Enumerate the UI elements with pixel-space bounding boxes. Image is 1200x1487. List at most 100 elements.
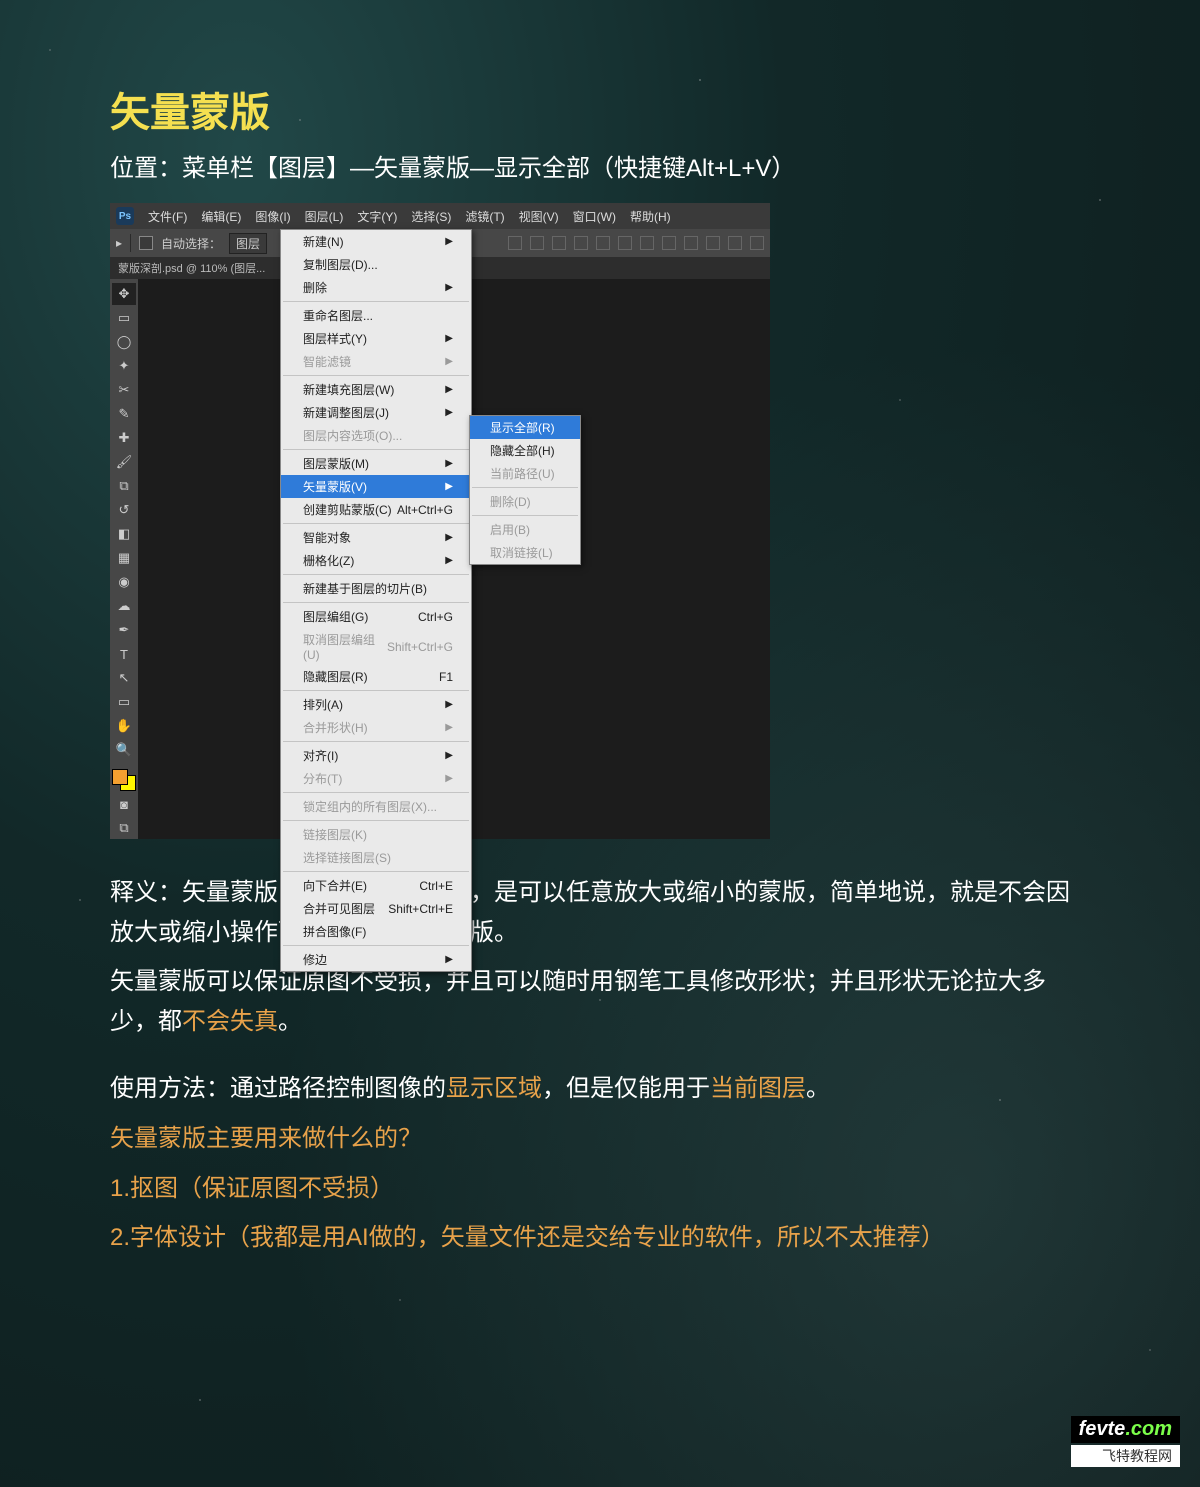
menu-item[interactable]: 拼合图像(F) bbox=[281, 920, 471, 943]
path-tool-icon[interactable]: ↖ bbox=[112, 667, 136, 689]
menu-item[interactable]: 对齐(I)▶ bbox=[281, 744, 471, 767]
menu-item[interactable]: 图层编组(G)Ctrl+G bbox=[281, 605, 471, 628]
brush-tool-icon[interactable]: 🖌 bbox=[112, 451, 136, 473]
highlight-current-layer: 当前图层 bbox=[710, 1075, 806, 1102]
menu-item[interactable]: 新建填充图层(W)▶ bbox=[281, 378, 471, 401]
auto-select-label: 自动选择： bbox=[161, 235, 221, 252]
menu-item[interactable]: 图层蒙版(M)▶ bbox=[281, 452, 471, 475]
menu-text[interactable]: 文字(Y) bbox=[357, 208, 397, 225]
distribute-icon[interactable] bbox=[640, 236, 654, 250]
marquee-tool-icon[interactable]: ▭ bbox=[112, 307, 136, 329]
menu-file[interactable]: 文件(F) bbox=[148, 208, 187, 225]
distribute-icon[interactable] bbox=[728, 236, 742, 250]
highlight-display-area: 显示区域 bbox=[446, 1075, 542, 1102]
dodge-tool-icon[interactable]: ☁ bbox=[112, 595, 136, 617]
menu-item[interactable]: 栅格化(Z)▶ bbox=[281, 549, 471, 572]
menu-help[interactable]: 帮助(H) bbox=[630, 208, 671, 225]
menu-item[interactable]: 复制图层(D)... bbox=[281, 253, 471, 276]
menu-edit[interactable]: 编辑(E) bbox=[201, 208, 241, 225]
layer-dropdown-menu: 新建(N)▶复制图层(D)...删除▶ 重命名图层...图层样式(Y)▶智能滤镜▶… bbox=[280, 229, 472, 972]
color-swatches[interactable] bbox=[112, 769, 136, 791]
submenu-item: 取消链接(L) bbox=[470, 541, 580, 564]
menu-item: 分布(T)▶ bbox=[281, 767, 471, 790]
eyedropper-tool-icon[interactable]: ✎ bbox=[112, 403, 136, 425]
menu-window[interactable]: 窗口(W) bbox=[573, 208, 616, 225]
menu-item[interactable]: 智能对象▶ bbox=[281, 526, 471, 549]
move-tool-icon[interactable]: ✥ bbox=[112, 283, 136, 305]
hand-tool-icon[interactable]: ✋ bbox=[112, 715, 136, 737]
submenu-item[interactable]: 显示全部(R) bbox=[470, 416, 580, 439]
feature-text: 矢量蒙版可以保证原图不受损，并且可以随时用钢笔工具修改形状；并且形状无论拉大多少… bbox=[110, 962, 1090, 1041]
menu-item[interactable]: 合并可见图层Shift+Ctrl+E bbox=[281, 897, 471, 920]
blur-tool-icon[interactable]: ◉ bbox=[112, 571, 136, 593]
answer-2: 2.字体设计（我都是用AI做的，矢量文件还是交给专业的软件，所以不太推荐） bbox=[110, 1218, 1090, 1258]
menu-item: 合并形状(H)▶ bbox=[281, 716, 471, 739]
wand-tool-icon[interactable]: ✦ bbox=[112, 355, 136, 377]
pen-tool-icon[interactable]: ✒ bbox=[112, 619, 136, 641]
menubar: Ps 文件(F) 编辑(E) 图像(I) 图层(L) 文字(Y) 选择(S) 滤… bbox=[110, 203, 770, 229]
location-text: 位置：菜单栏【图层】—矢量蒙版—显示全部（快捷键Alt+L+V） bbox=[110, 148, 1090, 183]
align-icon[interactable] bbox=[596, 236, 610, 250]
gradient-tool-icon[interactable]: ▦ bbox=[112, 547, 136, 569]
page-title: 矢量蒙版 bbox=[110, 80, 1090, 138]
submenu-item[interactable]: 隐藏全部(H) bbox=[470, 439, 580, 462]
menu-item: 锁定组内的所有图层(X)... bbox=[281, 795, 471, 818]
submenu-item: 当前路径(U) bbox=[470, 462, 580, 485]
usage-text: 使用方法：通过路径控制图像的显示区域，但是仅能用于当前图层。 bbox=[110, 1069, 1090, 1109]
align-icon[interactable] bbox=[618, 236, 632, 250]
menu-item: 取消图层编组(U)Shift+Ctrl+G bbox=[281, 628, 471, 665]
lasso-tool-icon[interactable]: ◯ bbox=[112, 331, 136, 353]
menu-item[interactable]: 向下合并(E)Ctrl+E bbox=[281, 874, 471, 897]
submenu-item: 启用(B) bbox=[470, 518, 580, 541]
menu-image[interactable]: 图像(I) bbox=[255, 208, 290, 225]
menu-item[interactable]: 图层样式(Y)▶ bbox=[281, 327, 471, 350]
menu-item: 智能滤镜▶ bbox=[281, 350, 471, 373]
distribute-icon[interactable] bbox=[706, 236, 720, 250]
stamp-tool-icon[interactable]: ⧉ bbox=[112, 475, 136, 497]
highlight-no-distort: 不会失真 bbox=[182, 1008, 278, 1035]
auto-select-target[interactable]: 图层 bbox=[229, 233, 267, 254]
history-brush-icon[interactable]: ↺ bbox=[112, 499, 136, 521]
crop-tool-icon[interactable]: ✂ bbox=[112, 379, 136, 401]
distribute-icon[interactable] bbox=[662, 236, 676, 250]
menu-item[interactable]: 重命名图层... bbox=[281, 304, 471, 327]
fg-color-swatch[interactable] bbox=[112, 769, 128, 785]
tools-panel: ✥ ▭ ◯ ✦ ✂ ✎ ✚ 🖌 ⧉ ↺ ◧ ▦ ◉ ☁ ✒ T ↖ ▭ ✋ 🔍 bbox=[110, 279, 138, 839]
menu-item: 链接图层(K) bbox=[281, 823, 471, 846]
menu-item[interactable]: 排列(A)▶ bbox=[281, 693, 471, 716]
ps-logo-icon: Ps bbox=[116, 207, 134, 225]
move-cursor-icon: ▸ bbox=[116, 236, 122, 250]
vector-mask-submenu: 显示全部(R)隐藏全部(H)当前路径(U) 删除(D) 启用(B)取消链接(L) bbox=[469, 415, 581, 565]
menu-select[interactable]: 选择(S) bbox=[411, 208, 451, 225]
question-heading: 矢量蒙版主要用来做什么的？ bbox=[110, 1119, 1090, 1159]
watermark: fevte.com 飞特教程网 bbox=[1071, 1416, 1180, 1467]
align-icon[interactable] bbox=[530, 236, 544, 250]
submenu-item: 删除(D) bbox=[470, 490, 580, 513]
answer-1: 1.抠图（保证原图不受损） bbox=[110, 1169, 1090, 1209]
shape-tool-icon[interactable]: ▭ bbox=[112, 691, 136, 713]
menu-item[interactable]: 修边▶ bbox=[281, 948, 471, 971]
align-icon[interactable] bbox=[508, 236, 522, 250]
distribute-icon[interactable] bbox=[750, 236, 764, 250]
menu-view[interactable]: 视图(V) bbox=[519, 208, 559, 225]
menu-layer[interactable]: 图层(L) bbox=[305, 208, 344, 225]
menu-item[interactable]: 删除▶ bbox=[281, 276, 471, 299]
menu-item[interactable]: 新建调整图层(J)▶ bbox=[281, 401, 471, 424]
quickmask-icon[interactable]: ◙ bbox=[112, 793, 136, 815]
menu-item[interactable]: 新建(N)▶ bbox=[281, 230, 471, 253]
zoom-tool-icon[interactable]: 🔍 bbox=[112, 739, 136, 761]
eraser-tool-icon[interactable]: ◧ bbox=[112, 523, 136, 545]
menu-item: 图层内容选项(O)... bbox=[281, 424, 471, 447]
align-icon[interactable] bbox=[574, 236, 588, 250]
heal-tool-icon[interactable]: ✚ bbox=[112, 427, 136, 449]
text-tool-icon[interactable]: T bbox=[112, 643, 136, 665]
menu-item[interactable]: 隐藏图层(R)F1 bbox=[281, 665, 471, 688]
auto-select-checkbox[interactable] bbox=[139, 236, 153, 250]
menu-item[interactable]: 创建剪贴蒙版(C)Alt+Ctrl+G bbox=[281, 498, 471, 521]
screenmode-icon[interactable]: ⧉ bbox=[112, 817, 136, 839]
distribute-icon[interactable] bbox=[684, 236, 698, 250]
menu-item[interactable]: 矢量蒙版(V)▶ bbox=[281, 475, 471, 498]
align-icon[interactable] bbox=[552, 236, 566, 250]
menu-item[interactable]: 新建基于图层的切片(B) bbox=[281, 577, 471, 600]
menu-filter[interactable]: 滤镜(T) bbox=[465, 208, 504, 225]
